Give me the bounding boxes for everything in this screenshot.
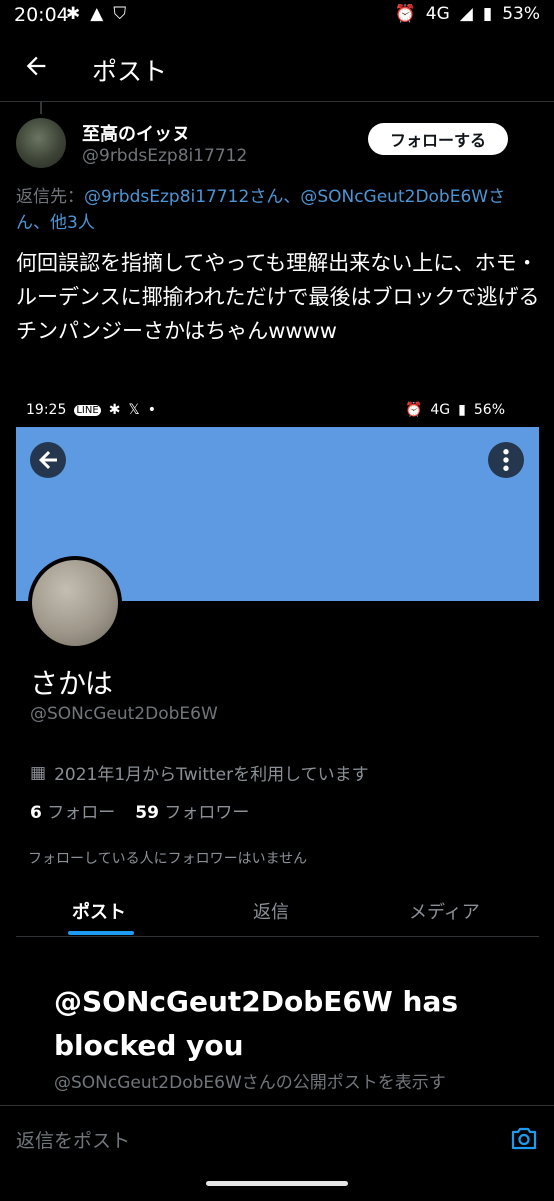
shot-more-button (488, 442, 524, 478)
calendar-icon: ▦ (30, 762, 47, 783)
shot-status-right: ⏰ 4G ▮ 56% (405, 402, 505, 418)
more-vertical-icon (503, 449, 509, 471)
following-stat: 6 フォロー (30, 798, 115, 823)
back-arrow-icon[interactable] (22, 52, 50, 80)
author-handle[interactable]: @9rbdsEzp8i17712 (82, 146, 247, 166)
warning-icon: ▲ (90, 4, 104, 24)
followers-count: 59 (135, 803, 159, 823)
reply-input[interactable]: 返信をポスト (16, 1126, 130, 1153)
line-icon: LINE (74, 404, 101, 416)
profile-follow-counts: 6 フォロー 59 フォロワー (30, 798, 249, 823)
joined-text: 2021年1月からTwitterを利用しています (54, 765, 369, 785)
back-arrow-icon (39, 451, 57, 469)
reply-to-mentions[interactable]: @9rbdsEzp8i17712さん、@SONcGeut2DobE6Wさ (84, 187, 505, 207)
reply-to-others[interactable]: ん、他3人 (16, 210, 95, 236)
page-title: ポスト (92, 57, 168, 86)
reply-bar: 返信をポスト (0, 1105, 554, 1201)
dot-icon: • (147, 402, 156, 418)
shot-battery-percent: 56% (473, 402, 505, 418)
battery-percent: 53% (502, 4, 540, 24)
home-indicator[interactable] (206, 1181, 348, 1186)
alarm-icon: ⏰ (404, 402, 423, 418)
profile-tabs: ポスト 返信 メディア (16, 888, 539, 937)
following-label: フォロー (47, 803, 116, 823)
follow-button[interactable]: フォローする (368, 123, 508, 155)
shield-icon: ⛉ (113, 4, 127, 24)
status-bar: 20:04 ✱ ▲ ⛉ ⏰ 4G ◢ ▮ 53% (0, 0, 554, 30)
author-name[interactable]: 至高のイッヌ (82, 120, 190, 146)
profile-handle: @SONcGeut2DobE6W (30, 704, 218, 724)
profile-avatar (28, 556, 122, 650)
profile-name: さかは (30, 667, 113, 700)
signal-icon: ◢ (459, 4, 473, 24)
profile-joined: ▦ 2021年1月からTwitterを利用しています (30, 760, 369, 786)
blocked-subtitle: @SONcGeut2DobE6Wさんの公開ポストを表示す (54, 1073, 446, 1093)
status-right: ⏰ 4G ◢ ▮ 53% (395, 4, 540, 24)
battery-icon: ▮ (458, 402, 466, 418)
shot-status-left: 19:25 LINE ✱ 𝕏 • (26, 402, 156, 418)
known-followers-text: フォローしている人にフォロワーはいません (28, 851, 308, 867)
post-text: 何回誤認を指摘してやっても理解出来ない上に、ホモ・ルーデンスに揶揄われただけで最… (16, 251, 540, 343)
following-count: 6 (30, 803, 42, 823)
x-logo-icon: 𝕏 (128, 402, 140, 418)
alarm-icon: ⏰ (394, 4, 416, 24)
blocked-title: @SONcGeut2DobE6W has blocked you (54, 985, 459, 1062)
followers-label: フォロワー (164, 803, 250, 823)
tab-replies: 返信 (253, 902, 289, 923)
shot-status-time: 19:25 (26, 402, 67, 418)
followers-stat: 59 フォロワー (135, 798, 249, 823)
network-label: 4G (425, 4, 450, 24)
bluetooth-icon: ✱ (66, 4, 81, 24)
header-divider (0, 101, 554, 102)
shot-network-label: 4G (430, 402, 451, 418)
tab-posts: ポスト (72, 902, 126, 923)
bluetooth-icon: ✱ (108, 402, 121, 418)
reply-to-line: 返信先：@9rbdsEzp8i17712さん、@SONcGeut2DobE6Wさ (16, 184, 554, 210)
active-tab-indicator (68, 931, 134, 935)
reply-to-prefix: 返信先： (16, 187, 84, 207)
status-left-icons: ✱ ▲ ⛉ (66, 4, 126, 24)
tab-media: メディア (409, 902, 480, 923)
author-avatar[interactable] (16, 118, 66, 168)
thread-line (40, 102, 42, 114)
attached-screenshot[interactable]: 19:25 LINE ✱ 𝕏 • ⏰ 4G ▮ 56% さかは @SONcGeu… (16, 390, 539, 1105)
battery-icon: ▮ (482, 4, 493, 24)
status-time: 20:04 (14, 4, 69, 26)
camera-icon[interactable] (510, 1125, 538, 1151)
shot-back-button (30, 442, 66, 478)
